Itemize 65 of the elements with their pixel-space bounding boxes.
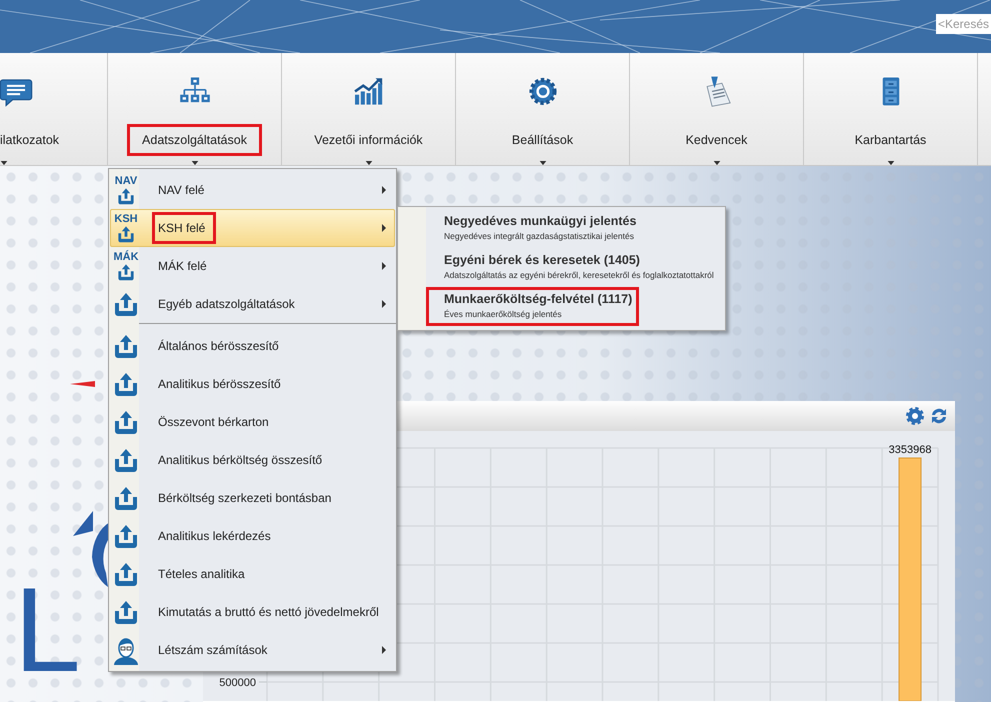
submenu-item[interactable]: Munkaerőköltség-felvétel (1117) Éves munkaerőköltség jelentés [426, 287, 640, 326]
settings-icon[interactable] [905, 406, 925, 426]
axis-label: 500000 [219, 677, 256, 689]
menu-item[interactable]: Egyéb adatszolgáltatások [110, 285, 395, 323]
menu-item-label: Egyéb adatszolgáltatások [157, 296, 296, 313]
menu-item-label: Analitikus lekérdezés [157, 528, 272, 545]
ribbon-tab[interactable]: ilatkozatok [0, 53, 108, 165]
menu-item-label: NAV felé [157, 182, 206, 199]
menu-item-label: Általános bérösszesítő [157, 338, 280, 355]
menu-item[interactable]: Összevont bérkarton [110, 403, 395, 441]
menu-item-label: Összevont bérkarton [157, 414, 270, 431]
menu-item[interactable]: Bérköltség szerkezeti bontásban [110, 479, 395, 517]
tab-label: Karbantartás [854, 132, 928, 149]
menu-item[interactable]: Analitikus bérköltség összesítő [110, 441, 395, 479]
search-field[interactable]: <Keresés [936, 14, 991, 34]
upload-icon [112, 599, 140, 625]
ribbon-tab[interactable]: Karbantartás [804, 53, 978, 165]
upload-icon [112, 371, 140, 397]
menu-item-label: KSH felé [152, 212, 216, 244]
menu-item-label: Létszám számítások [157, 642, 268, 659]
icon-caption: NAV [114, 175, 138, 187]
upload-icon [112, 447, 140, 473]
logo-text: L [14, 570, 81, 690]
menu-item[interactable]: Általános bérösszesítő [110, 327, 395, 365]
menu-item[interactable]: Tételes analitika [110, 555, 395, 593]
submenu-item-description: Adatszolgáltatás az egyéni bérekről, keresetekről és foglalkoztatottakról [444, 270, 714, 281]
menu-item[interactable]: Analitikus lekérdezés [110, 517, 395, 555]
menu-item-label: MÁK felé [157, 258, 208, 275]
upload-icon [112, 291, 140, 317]
menu-item[interactable]: KSH KSH felé [110, 209, 395, 247]
submenu-item[interactable]: Negyedéves munkaügyi jelentés Negyedéves integrált gazdaságstatisztikai jelentés [426, 209, 644, 248]
tab-label: Kedvencek [684, 132, 748, 149]
upload-icon [112, 409, 140, 435]
menu-item[interactable]: Kimutatás a bruttó és nettó jövedelmekről [110, 593, 395, 631]
submenu-item-title: Negyedéves munkaügyi jelentés [444, 214, 636, 228]
bar-value-label: 3353968 [888, 444, 932, 456]
ribbon-tab[interactable]: Kedvencek [630, 53, 804, 165]
ribbon-tab[interactable]: Beállítások [456, 53, 630, 165]
menu-item[interactable]: NAV NAV felé [110, 171, 395, 209]
menu-item-label: Analitikus bérösszesítő [157, 376, 282, 393]
ribbon-tab[interactable]: Vezetői információk [282, 53, 456, 165]
tab-label: Vezetői információk [313, 132, 424, 149]
tab-label: Beállítások [510, 132, 574, 149]
submenu-item[interactable]: Egyéni bérek és keresetek (1405) Adatszolgáltatás az egyéni bérekről, keresetekről és foglalkoztatottakról [426, 248, 721, 287]
menu-item[interactable]: MÁK MÁK felé [110, 247, 395, 285]
menu-item[interactable]: Létszám számítások [110, 631, 395, 669]
menu-item-label: Tételes analitika [157, 566, 246, 583]
submenu-item-description: Éves munkaerőköltség jelentés [444, 309, 563, 320]
menu-item[interactable]: Analitikus bérösszesítő [110, 365, 395, 403]
menu-item-label: Analitikus bérköltség összesítő [157, 452, 324, 469]
upload-icon [112, 523, 140, 549]
upload-icon [112, 561, 140, 587]
tab-label: ilatkozatok [0, 132, 60, 149]
submenu-item-title: Egyéni bérek és keresetek (1405) [444, 253, 641, 267]
submenu-item-title: Munkaerőköltség-felvétel (1117) [444, 292, 632, 306]
submenu-item-description: Negyedéves integrált gazdaságstatisztikai jelentés [444, 231, 635, 242]
upload-icon [112, 485, 140, 511]
menu-item-label: Kimutatás a bruttó és nettó jövedelmekről [157, 604, 380, 621]
upload-icon [112, 333, 140, 359]
icon-caption: MÁK [113, 251, 139, 263]
tab-label: Adatszolgáltatások [127, 124, 262, 156]
refresh-icon[interactable] [929, 406, 949, 426]
menu-item-label: Bérköltség szerkezeti bontásban [157, 490, 332, 507]
icon-caption: KSH [114, 213, 138, 225]
ribbon-tab[interactable]: Adatszolgáltatások [108, 53, 282, 165]
